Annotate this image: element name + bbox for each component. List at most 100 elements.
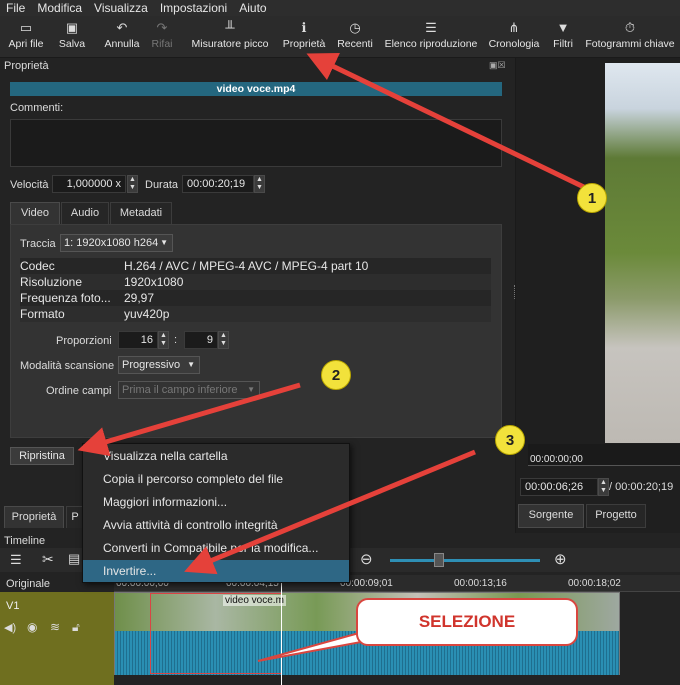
info-value: H.264 / AVC / MPEG-4 AVC / MPEG-4 part 1… <box>124 259 369 273</box>
history-button[interactable]: ⋔ Cronologia <box>486 18 542 56</box>
field-order-label: Ordine campi <box>46 385 112 397</box>
video-preview-image[interactable] <box>605 63 680 443</box>
save-icon: ▣ <box>65 20 79 35</box>
peak-meter-button[interactable]: ╨ Misuratore picco <box>190 18 270 56</box>
track-label: Traccia <box>20 238 56 250</box>
info-key: Codec <box>20 259 55 273</box>
menu-item-more-info[interactable]: Maggiori informazioni... <box>103 491 227 513</box>
tab-metadata[interactable]: Metadati <box>110 202 172 224</box>
menu-help[interactable]: Aiuto <box>233 0 272 16</box>
scan-mode-value: Progressivo <box>122 359 181 371</box>
chevron-down-icon: ▼ <box>247 385 255 394</box>
stopwatch-icon: ⏱ <box>624 20 636 35</box>
player-scrubber[interactable]: 00:00:00;00 <box>528 444 680 466</box>
context-menu: Visualizza nella cartella Copia il perco… <box>82 443 350 583</box>
track-header-v1[interactable]: V1 ◀) ◉ ≋ 🔓︎ <box>0 592 114 685</box>
speed-field[interactable]: 1,000000 x <box>52 175 126 193</box>
info-row-framerate: Frequenza foto... 29,97 <box>20 290 491 306</box>
open-file-button[interactable]: ▭ Apri file <box>4 18 48 56</box>
timeline-title: Timeline <box>4 535 46 547</box>
info-icon: ℹ <box>301 20 307 35</box>
cut-icon[interactable]: ✂ <box>42 551 54 568</box>
badge-3: 3 <box>495 425 525 455</box>
position-timecode-field[interactable]: 00:00:06;26 <box>520 478 598 496</box>
info-key: Frequenza foto... <box>20 291 111 305</box>
info-row-codec: Codec H.264 / AVC / MPEG-4 AVC / MPEG-4 p… <box>20 258 491 274</box>
playhead[interactable] <box>281 575 282 685</box>
playlist-button[interactable]: ☰ Elenco riproduzione <box>382 18 480 56</box>
selection-callout: SELEZIONE <box>356 598 578 646</box>
zoom-in-icon[interactable]: ⊕ <box>554 550 567 568</box>
track-original-label: Originale <box>6 578 51 590</box>
duration-field[interactable]: 00:00:20;19 <box>182 175 254 193</box>
clock-icon: ◷ <box>349 20 361 35</box>
chevron-down-icon: ▼ <box>187 360 195 369</box>
zoom-out-icon[interactable]: ⊖ <box>360 550 373 568</box>
undo-icon: ↶ <box>116 20 128 35</box>
comments-textarea[interactable] <box>10 119 502 167</box>
info-value: 29,97 <box>124 291 155 305</box>
timeline-menu-icon[interactable]: ☰ <box>10 552 22 568</box>
menu-view[interactable]: Visualizza <box>88 0 154 16</box>
menu-item-integrity-check[interactable]: Avvia attività di controllo integrità <box>103 514 278 536</box>
speed-stepper[interactable]: ▲ ▼ <box>127 175 138 193</box>
menu-item-copy-path[interactable]: Copia il percorso completo del file <box>103 468 283 490</box>
tab-properties-bottom[interactable]: Proprietà <box>4 506 64 528</box>
copy-icon[interactable]: ▤ <box>68 551 80 567</box>
filter-icon: ▼ <box>556 20 570 35</box>
position-stepper[interactable]: ▲ ▼ <box>598 478 609 496</box>
recent-button[interactable]: ◷ Recenti <box>334 18 376 56</box>
aspect-height-stepper[interactable]: ▲ ▼ <box>218 331 229 349</box>
properties-button[interactable]: ℹ Proprietà <box>280 18 328 56</box>
track-v1-label: V1 <box>6 600 20 612</box>
total-duration: / 00:00:20;19 <box>609 481 674 493</box>
tab-video[interactable]: Video <box>10 202 60 224</box>
menu-edit[interactable]: Modifica <box>31 0 88 16</box>
menu-file[interactable]: File <box>0 0 31 16</box>
track-select[interactable]: 1: 1920x1080 h264 ▼ <box>60 234 173 252</box>
aspect-separator: : <box>174 334 178 346</box>
reset-button[interactable]: Ripristina <box>10 447 74 465</box>
panel-float-close-icons[interactable]: ▣☒ <box>489 60 506 71</box>
badge-2: 2 <box>321 360 351 390</box>
lock-icon[interactable]: 🔓︎ <box>72 620 80 635</box>
aspect-height-field[interactable]: 9 <box>184 331 218 349</box>
zoom-slider[interactable] <box>390 559 540 562</box>
mute-icon[interactable]: ◀) <box>4 621 16 634</box>
list-icon: ☰ <box>425 20 437 35</box>
aspect-label: Proporzioni <box>56 335 112 347</box>
properties-panel-title: Proprietà <box>4 60 49 72</box>
info-key: Formato <box>20 307 65 321</box>
filters-button[interactable]: ▼ Filtri <box>548 18 578 56</box>
info-row-resolution: Risoluzione 1920x1080 <box>20 274 491 290</box>
ruler-tick: 00:00:13;16 <box>454 578 507 589</box>
aspect-width-field[interactable]: 16 <box>118 331 158 349</box>
duration-label: Durata <box>145 179 179 191</box>
info-key: Risoluzione <box>20 275 83 289</box>
menu-item-reverse[interactable]: Invertire... <box>83 560 349 582</box>
ruler-tick: 00:00:18;02 <box>568 578 621 589</box>
undo-button[interactable]: ↶ Annulla <box>100 18 144 56</box>
speed-label: Velocità <box>10 179 49 191</box>
folder-icon: ▭ <box>19 20 33 35</box>
save-button[interactable]: ▣ Salva <box>54 18 90 56</box>
eye-icon[interactable]: ◉ <box>27 620 37 634</box>
menu-item-show-in-folder[interactable]: Visualizza nella cartella <box>103 445 228 467</box>
keyframes-button[interactable]: ⏱ Fotogrammi chiave <box>582 18 678 56</box>
menu-item-convert[interactable]: Converti in Compatibile per la modifica.… <box>103 537 318 559</box>
scan-mode-label: Modalità scansione <box>20 360 115 372</box>
redo-button[interactable]: ↷ Rifai <box>148 18 176 56</box>
zoom-slider-handle[interactable] <box>434 553 444 567</box>
tab-audio[interactable]: Audio <box>61 202 109 224</box>
duration-stepper[interactable]: ▲ ▼ <box>254 175 265 193</box>
scan-mode-select[interactable]: Progressivo ▼ <box>118 356 200 374</box>
tab-source[interactable]: Sorgente <box>518 504 584 528</box>
field-order-select[interactable]: Prima il campo inferiore ▼ <box>118 381 260 399</box>
composite-icon[interactable]: ≋ <box>50 620 60 634</box>
scrubber-timecode: 00:00:00;00 <box>530 454 583 465</box>
tab-project[interactable]: Progetto <box>586 504 646 528</box>
aspect-width-stepper[interactable]: ▲ ▼ <box>158 331 169 349</box>
splitter-handle[interactable] <box>514 285 517 299</box>
menu-settings[interactable]: Impostazioni <box>154 0 233 16</box>
clip-selection-box <box>150 593 282 674</box>
